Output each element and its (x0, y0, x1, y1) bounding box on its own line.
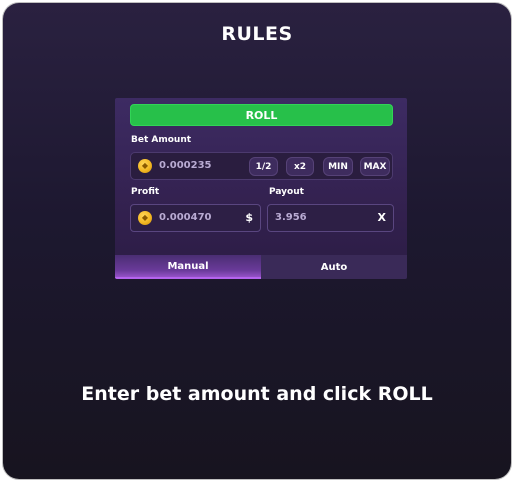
bet-amount-value: 0.000235 (159, 160, 212, 171)
mode-tabs: Manual Auto (115, 255, 407, 279)
dollar-suffix: $ (245, 211, 253, 224)
profit-label: Profit (131, 187, 160, 197)
bet-amount-field[interactable]: ◆ 0.000235 1/2 x2 MIN MAX (130, 152, 393, 180)
rules-modal: RULES ROLL Bet Amount ◆ 0.000235 1/2 x2 … (3, 3, 511, 479)
double-bet-button[interactable]: x2 (286, 157, 314, 176)
modal-title: RULES (221, 23, 293, 45)
coin-icon: ◆ (138, 159, 152, 173)
payout-value: 3.956 (275, 212, 307, 223)
profit-field[interactable]: ◆ 0.000470 $ (130, 204, 261, 232)
payout-field[interactable]: 3.956 X (267, 204, 394, 232)
profit-value: 0.000470 (159, 212, 212, 223)
coin-icon: ◆ (138, 211, 152, 225)
bet-amount-label: Bet Amount (131, 135, 192, 145)
roll-button[interactable]: ROLL (130, 104, 393, 126)
half-bet-button[interactable]: 1/2 (249, 157, 278, 176)
tab-auto[interactable]: Auto (261, 255, 407, 279)
multiplier-suffix: X (377, 211, 386, 224)
instruction-text: Enter bet amount and click ROLL (81, 383, 433, 405)
tab-manual[interactable]: Manual (115, 255, 261, 279)
min-bet-button[interactable]: MIN (323, 157, 353, 176)
max-bet-button[interactable]: MAX (360, 157, 390, 176)
payout-label: Payout (269, 187, 304, 197)
bet-panel-illustration: ROLL Bet Amount ◆ 0.000235 1/2 x2 MIN MA… (115, 98, 407, 279)
